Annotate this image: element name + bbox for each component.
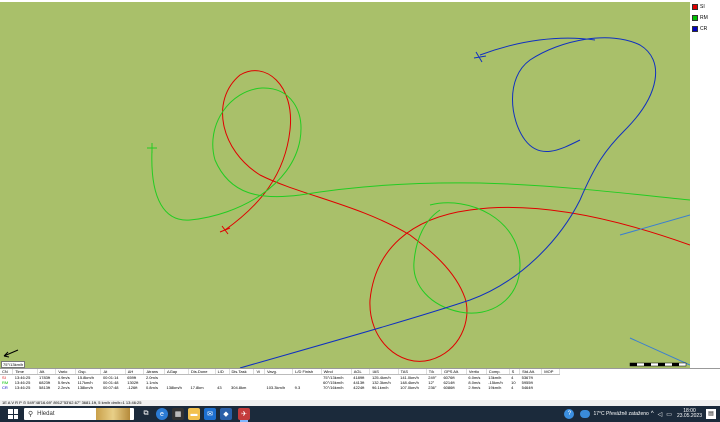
legend-label: SI [700, 3, 705, 10]
weather-icon[interactable] [580, 410, 591, 418]
search-highlight-image [96, 408, 130, 420]
table-cell: 43 [217, 385, 222, 390]
table-cell: 5464ft [521, 385, 533, 390]
help-icon[interactable]: ? [564, 409, 575, 419]
table-cell: -126ft [127, 385, 138, 390]
file-explorer-icon[interactable]: ▬ [188, 408, 200, 420]
search-placeholder: Hledat [37, 411, 55, 417]
legend-label: RM [700, 14, 708, 21]
chevron-up-icon[interactable]: ^ [651, 411, 654, 417]
table-cell: 5813ft [39, 385, 51, 390]
table-cell: 9.3 [294, 385, 301, 390]
table-row[interactable]: CR 13:46:25 5813ft 2.2m/s 138km/h 00:07:48 -12… [0, 385, 560, 390]
network-icon[interactable]: ▭ [666, 411, 672, 418]
flight-map[interactable]: 75°/13km/h [0, 0, 690, 368]
table-cell: 138km/h [77, 385, 93, 390]
system-tray: ? 17°C Převážně zataženo ^ ◁ ▭ 18:00 23.… [564, 407, 716, 421]
clock-date: 23.05.2023 [676, 413, 702, 419]
table-body: SI 13:46:25 1783ft 4.9m/s 15.8km/h 00:01:14 65… [0, 375, 560, 390]
table-cell: 00:07:48 [102, 385, 119, 390]
flight-data-table: CN Time Alt. Vario Gsp. Δt ΔH Δtrans ΔGap Dis.Don… [0, 369, 560, 390]
flight-tracks [3, 37, 690, 368]
seeyou-icon[interactable]: ✈ [238, 408, 250, 420]
table-cell: 70°/16km/h [323, 385, 344, 390]
taskbar: ⚲ Hledat ⧉ e ▦ ▬ ✉ ◆ ✈ ? 17°C Převážně z… [0, 406, 720, 422]
start-button[interactable] [8, 409, 18, 419]
table-cell: 0.8m/s [145, 385, 158, 390]
table-cell: 103.3km/h [266, 385, 286, 390]
legend-item-si[interactable]: SI [692, 2, 720, 11]
legend-swatch [692, 25, 698, 32]
legend-item-cr[interactable]: CR [692, 24, 720, 33]
legend-panel: SI RM CR [690, 0, 720, 368]
table-cell: 6086ft [443, 385, 455, 390]
wind-speed-label: 75°/13km/h [1, 361, 26, 368]
edge-icon[interactable]: e [156, 408, 168, 420]
legend-swatch [692, 14, 698, 21]
table-cell: 2.9m/s [468, 385, 481, 390]
table-cell [542, 385, 560, 390]
task-view-icon[interactable]: ⧉ [140, 408, 152, 420]
table-cell: 17.8km [190, 385, 204, 390]
table-cell: 2.2m/s [57, 385, 70, 390]
table-cell: 13:46:25 [14, 385, 31, 390]
table-cell: 4224ft [353, 385, 365, 390]
table-cell: 4 [511, 385, 514, 390]
taskbar-search[interactable]: ⚲ Hledat [24, 408, 134, 420]
track-si [222, 70, 690, 362]
legend-swatch [692, 3, 698, 10]
legend-label: CR [700, 25, 708, 32]
app-icon[interactable]: ◆ [220, 408, 232, 420]
weather-text[interactable]: 17°C Převážně zataženo [593, 411, 648, 417]
outlook-icon[interactable]: ✉ [204, 408, 216, 420]
legend-item-rm[interactable]: RM [692, 13, 720, 22]
track-rm [151, 87, 690, 221]
store-icon[interactable]: ▦ [172, 408, 184, 420]
table-cell: 107.0km/h [400, 385, 419, 390]
table-cell: CR [2, 385, 8, 390]
notifications-icon[interactable]: ▤ [706, 409, 716, 419]
clock[interactable]: 18:00 23.05.2023 [677, 409, 702, 419]
table-cell: 304.8km [231, 385, 247, 390]
search-icon: ⚲ [28, 411, 34, 418]
table-cell [254, 385, 265, 390]
table-cell: 236° [428, 385, 437, 390]
table-cell: 96.1km/h [371, 385, 389, 390]
table-cell: 138km/h [166, 385, 182, 390]
table-cell: 19km/h [488, 385, 502, 390]
speaker-icon[interactable]: ◁ [658, 411, 663, 418]
